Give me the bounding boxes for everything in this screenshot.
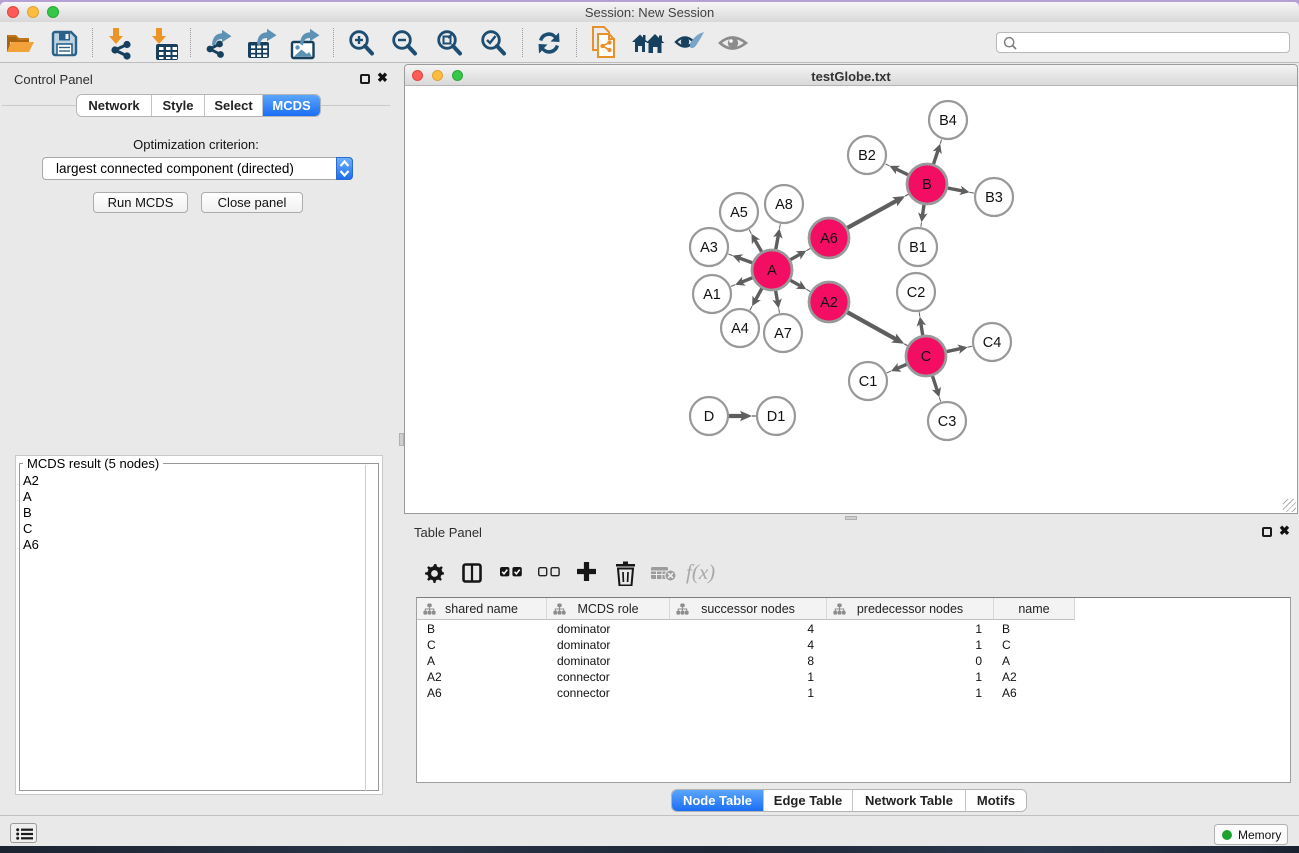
svg-text:C2: C2 xyxy=(907,285,926,301)
svg-text:B4: B4 xyxy=(939,113,957,129)
svg-text:C: C xyxy=(921,349,931,365)
svg-text:B1: B1 xyxy=(909,240,927,256)
svg-text:A3: A3 xyxy=(700,240,718,256)
svg-text:D1: D1 xyxy=(767,409,786,425)
svg-text:C3: C3 xyxy=(938,414,957,430)
svg-text:A8: A8 xyxy=(775,197,793,213)
svg-text:B3: B3 xyxy=(985,190,1003,206)
svg-text:A1: A1 xyxy=(703,287,721,303)
svg-text:C4: C4 xyxy=(983,335,1002,351)
svg-text:A5: A5 xyxy=(730,205,748,221)
svg-text:C1: C1 xyxy=(859,374,878,390)
svg-text:A6: A6 xyxy=(820,231,838,247)
svg-text:A4: A4 xyxy=(731,321,749,337)
svg-text:B: B xyxy=(922,177,932,193)
svg-text:D: D xyxy=(704,409,714,425)
svg-text:A2: A2 xyxy=(820,295,838,311)
svg-text:A7: A7 xyxy=(774,326,792,342)
svg-text:B2: B2 xyxy=(858,148,876,164)
svg-text:A: A xyxy=(767,263,777,279)
